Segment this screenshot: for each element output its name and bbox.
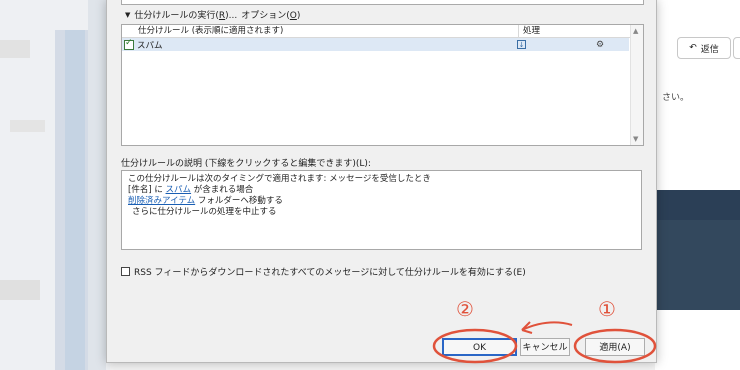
options-link[interactable]: オプション(O) (241, 8, 300, 21)
background-image-top (655, 190, 740, 220)
rss-label: RSS フィードからダウンロードされたすべてのメッセージに対して仕分けルールを有… (134, 268, 526, 278)
move-to-folder-icon: ↓ (517, 40, 526, 49)
table-row[interactable]: スパム ↓ ⚙ (122, 38, 629, 51)
background-window-left (0, 0, 110, 370)
column-header-rule[interactable]: 仕分けルール (表示順に適用されます) (122, 25, 519, 37)
scroll-up-icon[interactable]: ▲ (633, 27, 638, 35)
description-line-3: 削除済みアイテム フォルダーへ移動する (128, 196, 283, 206)
rule-name: スパム (137, 40, 163, 51)
description-label: 仕分けルールの説明 (下線をクリックすると編集できます)(L): (121, 159, 371, 169)
apply-button[interactable]: 適用(A) (585, 338, 645, 356)
filter-settings-icon: ⚙ (596, 39, 605, 50)
ok-button[interactable]: OK (442, 338, 517, 356)
subject-keyword-link[interactable]: スパム (166, 185, 192, 195)
rules-list-header: 仕分けルール (表示順に適用されます) 処理 (122, 25, 643, 38)
reply-button[interactable]: ↶ 返信 (677, 37, 731, 59)
rules-dialog: ▼ 仕分けルールの実行(R)... オプション(O) 仕分けルール (表示順に適… (106, 0, 657, 363)
rss-checkbox[interactable] (121, 267, 130, 276)
rule-enabled-checkbox[interactable] (124, 38, 134, 50)
cancel-button[interactable]: キャンセル (520, 338, 570, 356)
rules-list-scrollbar[interactable]: ▲ ▼ (630, 25, 643, 145)
button-bar (107, 330, 656, 362)
run-rules-row: ▼ 仕分けルールの実行(R)... オプション(O) (125, 8, 300, 22)
background-text-fragment: さい。 (662, 93, 690, 103)
description-line-2: [件名] に スパム が含まれる場合 (128, 185, 254, 195)
description-line-4: さらに仕分けルールの処理を中止する (132, 207, 277, 217)
run-rules-link[interactable]: 仕分けルールの実行(R)... (134, 8, 237, 21)
reply-icon: ↶ (689, 43, 697, 53)
rss-option-row[interactable]: RSS フィードからダウンロードされたすべてのメッセージに対して仕分けルールを有… (121, 265, 526, 278)
reply-label: 返信 (700, 44, 719, 55)
rules-list[interactable]: 仕分けルール (表示順に適用されます) 処理 スパム ↓ ⚙ ▲ ▼ (121, 24, 644, 146)
target-folder-link[interactable]: 削除済みアイテム (128, 196, 195, 206)
top-list-fragment (121, 0, 644, 5)
description-line-1: この仕分けルールは次のタイミングで適用されます: メッセージを受信したとき (128, 174, 431, 184)
column-header-action[interactable]: 処理 (519, 25, 633, 37)
reply-more-button[interactable] (733, 37, 740, 59)
rule-description-box: この仕分けルールは次のタイミングで適用されます: メッセージを受信したとき [件… (121, 170, 642, 250)
scroll-down-icon[interactable]: ▼ (633, 135, 638, 143)
chevron-down-icon[interactable]: ▼ (125, 11, 130, 19)
